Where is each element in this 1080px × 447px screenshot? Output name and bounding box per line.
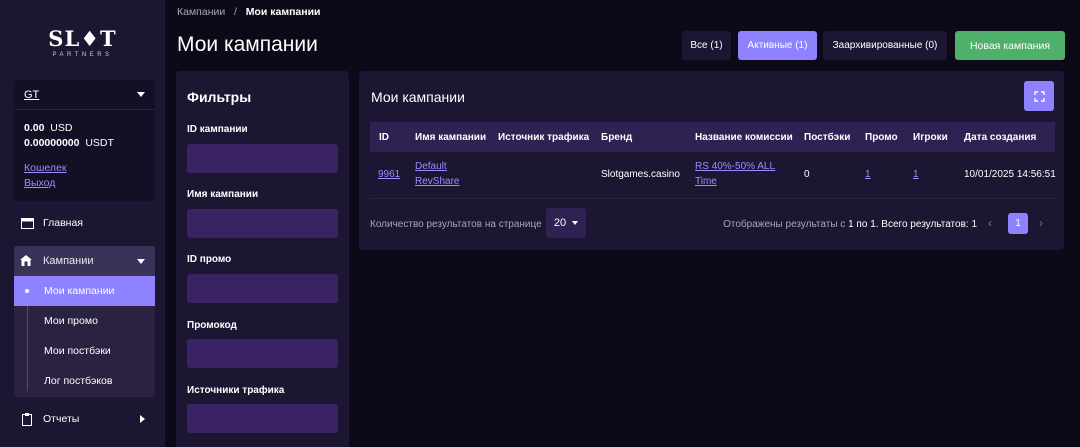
balance-usd-currency: USD [50,122,73,134]
sidebar-subitem-my-postbacks[interactable]: Мои постбэки [14,336,155,366]
logo-subtext: PARTNERS [52,52,113,58]
window-icon [20,217,34,229]
column-header[interactable]: Игроки [913,132,948,143]
table-header: ID Имя кампании Источник трафика Бренд Н… [370,122,1055,152]
filter-promo-id-input[interactable] [187,274,338,303]
pagination-next-button[interactable]: › [1039,216,1043,230]
logout-link[interactable]: Выход [14,176,155,191]
commission-link[interactable]: RS 40%-50% ALL [695,161,775,172]
pagination-prev-button[interactable]: ‹ [988,216,992,230]
filter-campaign-id-input[interactable] [187,144,338,173]
chevron-down-icon [137,258,145,264]
home-icon [20,255,34,267]
chevron-down-icon [572,221,579,225]
sidebar-item-home[interactable]: Главная [14,208,155,238]
account-name: GT [24,88,40,101]
players-count-link[interactable]: 1 [913,169,919,180]
filter-promocode-input[interactable] [187,339,338,368]
wallet-link[interactable]: Кошелек [14,161,155,176]
pagination-page-1[interactable]: 1 [1008,213,1028,234]
filter-traffic-sources-input[interactable] [187,404,338,433]
campaign-name-link[interactable]: RevShare [415,176,459,187]
created-date-cell: 10/01/2025 14:56:51 [964,169,1056,180]
chevron-right-icon [140,415,145,423]
filter-label-promocode: Промокод [187,320,237,331]
results-from: 1 [848,219,854,230]
logo[interactable]: SL♦T PARTNERS [0,26,165,58]
tab-all[interactable]: Все (1) [682,31,731,60]
campaign-name-link[interactable]: Default [415,161,447,172]
results-prefix: Отображены результаты с [723,219,846,230]
balance-usdt-value: 0.00000000 [24,137,80,149]
brand-cell: Slotgames.casino [601,169,680,180]
column-header[interactable]: Источник трафика [498,132,589,143]
clipboard-icon [20,412,34,426]
filter-label-traffic-sources: Источники трафика [187,385,285,396]
expand-icon [1033,90,1045,102]
filters-title: Фильтры [187,89,252,105]
filters-panel: Фильтры ID кампании Имя кампании ID пром… [176,71,349,447]
sidebar-item-label: Отчеты [43,413,80,425]
account-selector[interactable]: GT [14,80,155,110]
balance-usd-value: 0.00 [24,122,45,134]
balance-usdt-currency: USDT [85,137,114,149]
sidebar-item-reports[interactable]: Отчеты [14,404,155,434]
filter-label-campaign-id: ID кампании [187,124,248,135]
per-page-value: 20 [553,217,567,229]
per-page-select[interactable]: 20 [546,208,586,238]
account-card: GT 0.00 USD 0.00000000 USDT Кошелек Выхо… [14,80,155,201]
results-total: 1 [971,219,977,230]
submenu-divider [27,306,28,391]
per-page-label: Количество результатов на странице [370,219,542,230]
postbacks-cell: 0 [804,169,810,180]
results-total-label: . Всего результатов: [875,219,969,230]
sidebar-subitem-my-campaigns[interactable]: Мои кампании [14,276,155,306]
column-header[interactable]: Промо [865,132,898,143]
page-title: Мои кампании [177,33,318,56]
chevron-down-icon [137,92,145,97]
column-header[interactable]: Постбэки [804,132,850,143]
fullscreen-button[interactable] [1024,81,1054,111]
logo-text: SL♦T [48,26,117,51]
balance-usd: 0.00 USD [14,121,155,136]
sidebar-group-campaigns: Кампании Мои кампании Мои промо Мои пост… [14,246,155,397]
sidebar-item-label: Главная [43,217,83,229]
sidebar-item-campaigns[interactable]: Кампании [14,246,155,276]
sidebar: SL♦T PARTNERS GT 0.00 USD 0.00000000 USD… [0,0,165,447]
tab-archived[interactable]: Заархивированные (0) [823,31,947,60]
column-header[interactable]: Название комиссии [695,132,793,143]
campaigns-panel: Мои кампании ID Имя кампании Источник тр… [359,71,1064,250]
balance-usdt: 0.00000000 USDT [14,136,155,151]
breadcrumb-parent[interactable]: Кампании [177,6,225,18]
sidebar-item-label: Кампании [43,255,94,267]
results-summary: Отображены результаты с 1 по 1. Всего ре… [723,219,977,230]
filter-campaign-name-input[interactable] [187,209,338,238]
panel-title: Мои кампании [371,89,465,105]
promo-count-link[interactable]: 1 [865,169,871,180]
column-header[interactable]: Имя кампании [415,132,486,143]
results-mid: по [856,219,868,230]
sidebar-subitem-my-promo[interactable]: Мои промо [14,306,155,336]
breadcrumb: Кампании / Мои кампании [177,6,321,18]
breadcrumb-current: Мои кампании [245,6,321,18]
filter-label-campaign-name: Имя кампании [187,189,259,200]
new-campaign-button[interactable]: Новая кампания [955,31,1065,60]
breadcrumb-separator: / [234,6,237,18]
column-header[interactable]: ID [379,132,389,143]
sidebar-subitem-postback-log[interactable]: Лог постбэков [14,366,155,396]
filter-label-promo-id: ID промо [187,254,232,265]
table-row: 9961 Default RevShare Slotgames.casino R… [370,152,1056,199]
commission-link[interactable]: Time [695,176,717,187]
tab-active[interactable]: Активные (1) [738,31,817,60]
campaign-id-link[interactable]: 9961 [378,169,400,180]
column-header[interactable]: Бренд [601,132,632,143]
column-header[interactable]: Дата создания [964,132,1036,143]
